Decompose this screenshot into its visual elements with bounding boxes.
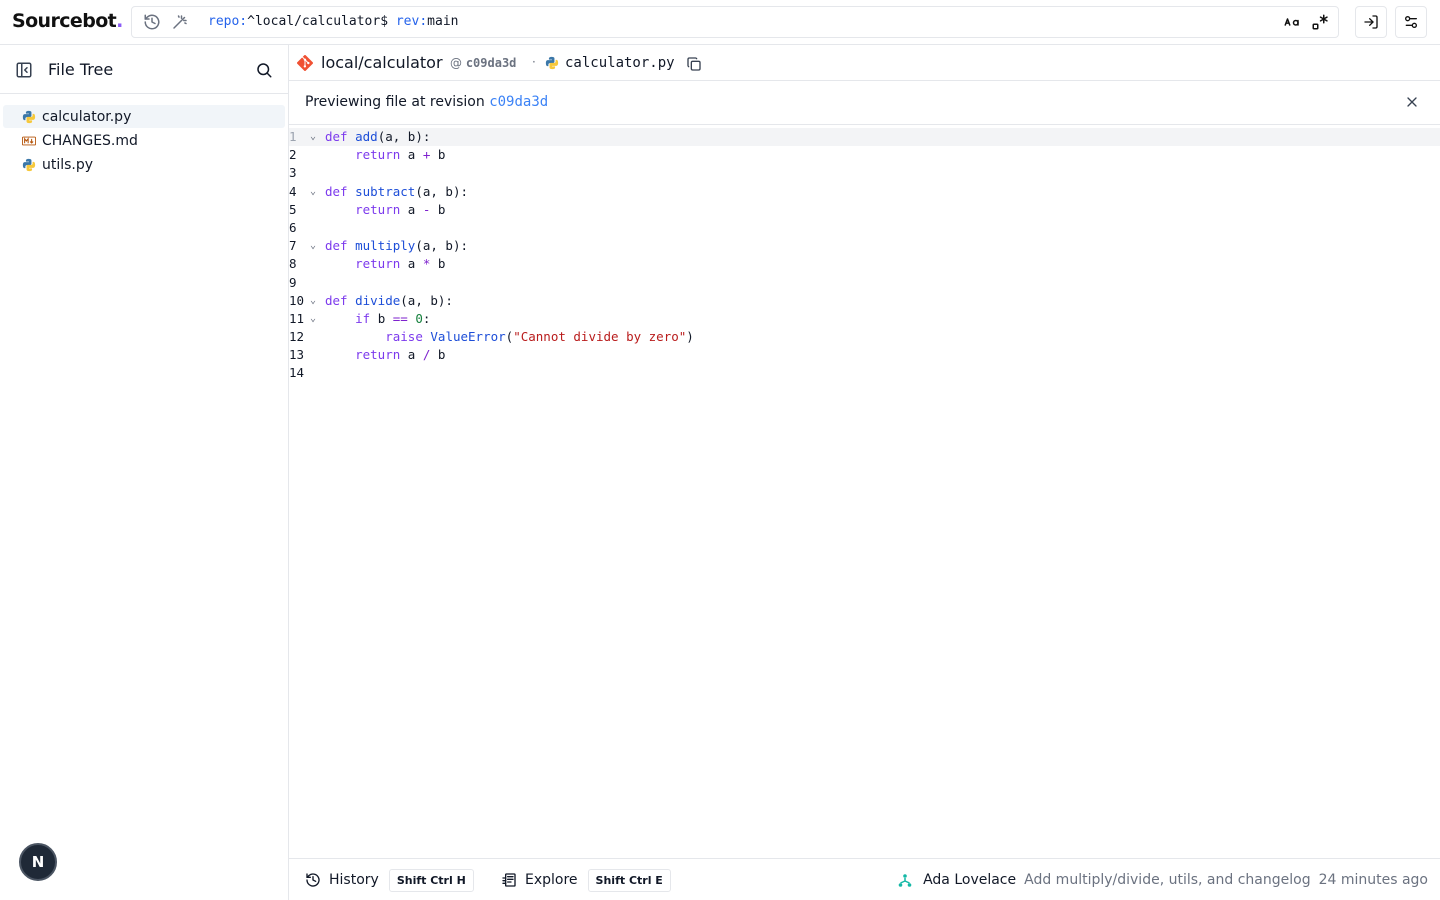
revision-label: @ c09da3d: [450, 56, 517, 70]
code-line: 11 ⌄ if b == 0:: [289, 311, 431, 326]
file-view: local/calculator @ c09da3d · calculator.…: [289, 45, 1440, 900]
fold-icon: ⌄: [310, 186, 317, 197]
path-separator: ·: [532, 55, 536, 69]
repo-name[interactable]: local/calculator: [321, 53, 443, 72]
code-line: 2 return a + b: [289, 147, 446, 162]
search-query[interactable]: repo:^local/calculator$ rev:main: [208, 14, 458, 29]
file-tree-item-utils[interactable]: utils.py: [3, 153, 285, 176]
preview-message: Previewing file at revision c09da3d: [305, 94, 549, 110]
path-header: local/calculator @ c09da3d · calculator.…: [289, 45, 1440, 81]
code-line: 9: [289, 275, 297, 290]
sign-in-icon: [1364, 15, 1378, 29]
collapse-panel-icon[interactable]: [15, 61, 33, 79]
code-line: 7 ⌄ def multiply(a, b):: [289, 238, 469, 253]
case-sensitive-icon[interactable]: [1283, 13, 1301, 31]
code-line: 10 ⌄ def divide(a, b):: [289, 293, 453, 308]
regex-icon[interactable]: [1311, 13, 1329, 31]
top-bar: Sourcebot. repo:^local/calculator$ rev:m…: [0, 0, 1440, 44]
file-name: CHANGES.md: [42, 132, 138, 149]
python-icon: [22, 158, 36, 171]
explore-shortcut: Shift Ctrl E: [587, 868, 671, 892]
copy-icon[interactable]: [686, 56, 702, 72]
history-icon[interactable]: [143, 13, 161, 31]
code-line: 4 ⌄ def subtract(a, b):: [289, 184, 469, 199]
file-tree-item-calculator[interactable]: calculator.py: [3, 105, 285, 128]
code-line: 3: [289, 165, 297, 180]
magic-wand-icon[interactable]: [171, 13, 189, 31]
python-icon: [545, 56, 559, 70]
revision-link[interactable]: c09da3d: [489, 94, 548, 110]
file-tree-item-changes[interactable]: CHANGES.md: [3, 129, 285, 152]
explore-icon: [502, 873, 516, 887]
code-line: 13 return a / b: [289, 347, 446, 362]
sliders-icon: [1405, 15, 1417, 28]
commit-author: Ada Lovelace: [923, 872, 1017, 888]
history-button[interactable]: History Shift Ctrl H: [305, 868, 474, 892]
code-line: 12 raise ValueError("Cannot divide by ze…: [289, 329, 694, 344]
sidebar-header: File Tree: [0, 45, 288, 94]
fold-icon: ⌄: [310, 240, 317, 251]
explore-button[interactable]: Explore Shift Ctrl E: [501, 868, 671, 892]
close-icon[interactable]: [1404, 94, 1420, 110]
commit-message: Add multiply/divide, utils, and changelo…: [1024, 872, 1311, 888]
sign-in-button[interactable]: [1355, 6, 1387, 38]
code-line: 6: [289, 220, 297, 235]
file-name: utils.py: [42, 156, 94, 173]
user-avatar[interactable]: N: [19, 843, 57, 881]
history-shortcut: Shift Ctrl H: [388, 868, 474, 892]
settings-button[interactable]: [1395, 6, 1427, 38]
latest-commit[interactable]: Ada Lovelace Add multiply/divide, utils,…: [897, 872, 1428, 888]
python-icon: [22, 110, 36, 123]
code-line: 14: [289, 365, 305, 380]
history-icon: [306, 873, 320, 887]
fold-icon: ⌄: [310, 313, 317, 324]
sourcebot-logo[interactable]: Sourcebot.: [12, 10, 123, 32]
file-name: calculator.py: [42, 108, 132, 125]
search-bar[interactable]: repo:^local/calculator$ rev:main: [131, 6, 1339, 38]
file-path: calculator.py: [565, 55, 675, 71]
commit-time: 24 minutes ago: [1318, 872, 1428, 888]
explore-label: Explore: [525, 872, 578, 888]
search-icon[interactable]: [255, 61, 273, 79]
commit-branch-icon: [898, 874, 912, 887]
preview-banner: Previewing file at revision c09da3d: [289, 81, 1440, 125]
fold-icon: ⌄: [310, 295, 317, 306]
markdown-icon: [22, 136, 36, 145]
file-tree-sidebar: File Tree calculator.py CHANGES.md utils…: [0, 45, 289, 900]
code-line: 5 return a - b: [289, 202, 446, 217]
fold-icon: ⌄: [310, 131, 317, 142]
bottom-bar: History Shift Ctrl H Explore Shift Ctrl …: [289, 858, 1440, 900]
history-label: History: [329, 872, 379, 888]
code-line: 1 ⌄ def add(a, b):: [289, 128, 1440, 146]
git-icon: [297, 55, 313, 71]
code-line: 8 return a * b: [289, 256, 446, 271]
sidebar-title: File Tree: [48, 60, 114, 79]
